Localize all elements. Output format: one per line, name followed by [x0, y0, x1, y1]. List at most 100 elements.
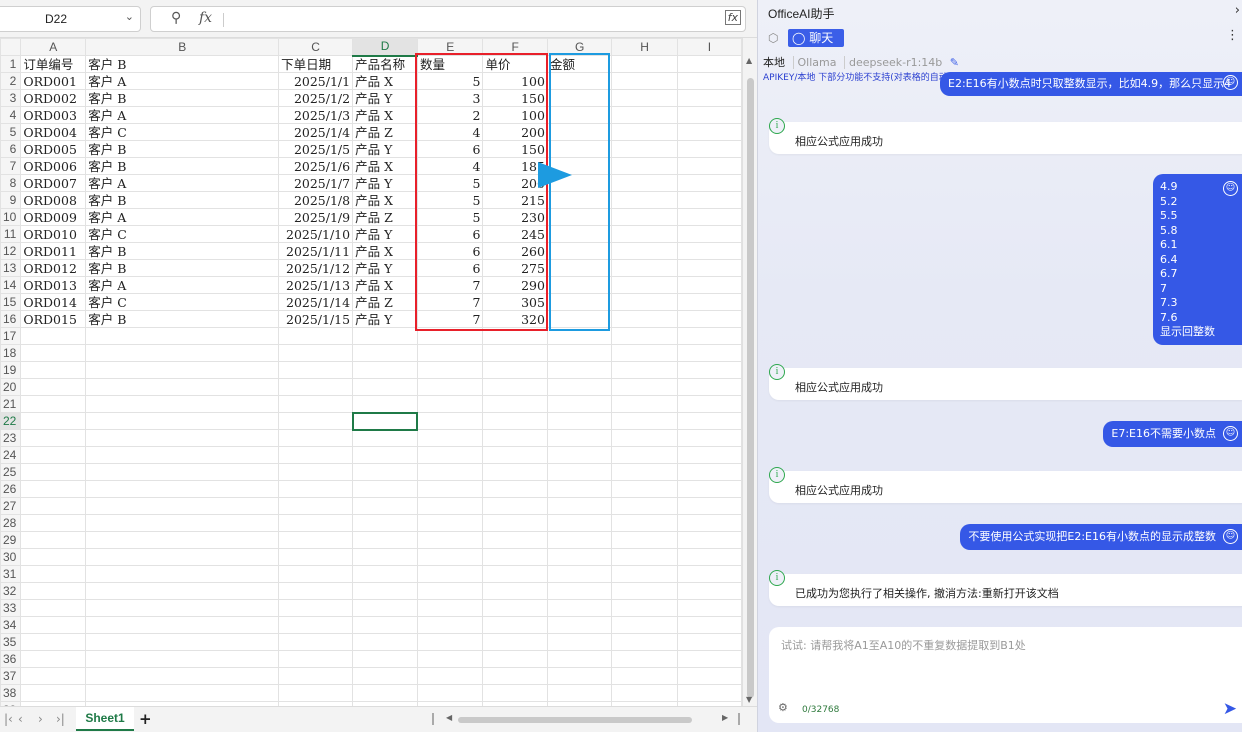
cell[interactable]: 产品 Y [352, 310, 418, 328]
cell[interactable] [676, 565, 742, 583]
cell[interactable] [546, 650, 613, 668]
cell[interactable] [20, 633, 87, 651]
cell[interactable]: 客户 B [85, 242, 280, 260]
cell[interactable] [611, 242, 678, 260]
cell[interactable]: 客户 A [85, 208, 280, 226]
cell[interactable] [278, 480, 354, 498]
function-icon[interactable]: fx [199, 10, 212, 26]
cell[interactable]: 6 [416, 225, 484, 243]
cell[interactable] [482, 667, 548, 685]
row-header[interactable]: 3 [0, 89, 22, 107]
cell[interactable] [611, 293, 678, 311]
cell[interactable] [416, 616, 484, 634]
row-header[interactable]: 32 [0, 582, 22, 600]
chat-input-placeholder[interactable]: 试试: 请帮我将A1至A10的不重复数据提取到B1处 [781, 637, 1026, 653]
cell[interactable] [611, 55, 678, 73]
cell[interactable]: 6 [416, 242, 484, 260]
cell[interactable] [546, 463, 613, 481]
cell[interactable] [278, 565, 354, 583]
cell[interactable] [611, 582, 678, 600]
chat-input-box[interactable]: 试试: 请帮我将A1至A10的不重复数据提取到B1处 ⚙ 0/32768 ➤ [769, 627, 1242, 723]
cell[interactable] [611, 259, 678, 277]
cell[interactable] [278, 344, 354, 362]
cell[interactable]: 245 [482, 225, 548, 243]
cell[interactable] [416, 599, 484, 617]
cell[interactable] [482, 565, 548, 583]
cell[interactable] [546, 378, 613, 396]
cell[interactable] [482, 361, 548, 379]
column-header-c[interactable]: C [278, 38, 354, 56]
cell[interactable] [676, 174, 742, 192]
cell[interactable] [416, 667, 484, 685]
cell[interactable] [611, 548, 678, 566]
cell[interactable]: 6 [416, 259, 484, 277]
cell[interactable] [85, 599, 280, 617]
cell[interactable] [611, 446, 678, 464]
cell[interactable] [611, 429, 678, 447]
cell[interactable]: 客户 A [85, 174, 280, 192]
cell[interactable] [611, 531, 678, 549]
zoom-icon[interactable]: ⚲ [171, 10, 181, 26]
row-header[interactable]: 13 [0, 259, 22, 277]
cell[interactable]: 产品 Y [352, 174, 418, 192]
cell[interactable]: 2025/1/15 [278, 310, 354, 328]
cell[interactable] [20, 616, 87, 634]
tab-chat[interactable]: ◯ 聊天 [788, 29, 844, 47]
row-header[interactable]: 28 [0, 514, 22, 532]
cell[interactable] [20, 446, 87, 464]
row-header[interactable]: 4 [0, 106, 22, 124]
cell[interactable] [676, 225, 742, 243]
cell[interactable]: 5 [416, 191, 484, 209]
cell[interactable] [416, 480, 484, 498]
row-header[interactable]: 1 [0, 55, 22, 73]
cell[interactable]: ORD009 [20, 208, 87, 226]
cell[interactable] [278, 633, 354, 651]
cell[interactable] [482, 378, 548, 396]
cell[interactable] [20, 684, 87, 702]
cell[interactable]: 4 [416, 157, 484, 175]
row-header[interactable]: 30 [0, 548, 22, 566]
cell[interactable] [546, 89, 613, 107]
edit-icon[interactable]: ✎ [950, 56, 959, 69]
chevron-down-icon[interactable]: ⌄ [125, 10, 134, 23]
cell[interactable]: 产品 X [352, 191, 418, 209]
cell[interactable] [352, 582, 418, 600]
cell[interactable] [611, 565, 678, 583]
cell[interactable]: ORD006 [20, 157, 87, 175]
cell[interactable] [676, 157, 742, 175]
cell[interactable]: 2025/1/13 [278, 276, 354, 294]
cell[interactable] [482, 429, 548, 447]
cell[interactable] [416, 395, 484, 413]
cell[interactable] [482, 446, 548, 464]
cell[interactable] [85, 633, 280, 651]
cell[interactable] [546, 361, 613, 379]
cell[interactable] [482, 650, 548, 668]
scroll-up-icon[interactable]: ▲ [746, 56, 752, 65]
row-header[interactable]: 21 [0, 395, 22, 413]
row-header[interactable]: 20 [0, 378, 22, 396]
cell[interactable] [611, 123, 678, 141]
cell[interactable]: 产品 X [352, 242, 418, 260]
cell[interactable] [546, 293, 613, 311]
cell[interactable]: 下单日期 [278, 55, 354, 73]
model-name[interactable]: deepseek-r1:14b [843, 56, 943, 69]
scroll-left-icon[interactable]: ◀ [446, 713, 452, 722]
cell[interactable]: 客户 B [85, 310, 280, 328]
cell[interactable] [546, 633, 613, 651]
cell[interactable]: 2025/1/11 [278, 242, 354, 260]
cell[interactable] [20, 582, 87, 600]
cell[interactable] [611, 514, 678, 532]
cell[interactable] [85, 684, 280, 702]
cell[interactable] [416, 565, 484, 583]
cell[interactable] [352, 327, 418, 345]
cell[interactable] [352, 599, 418, 617]
cell[interactable]: 客户 B [85, 89, 280, 107]
cell[interactable]: 客户 C [85, 225, 280, 243]
cell[interactable]: ORD004 [20, 123, 87, 141]
cell[interactable] [352, 463, 418, 481]
cell[interactable]: 产品名称 [352, 55, 418, 73]
cell[interactable]: 2025/1/10 [278, 225, 354, 243]
cell[interactable]: ORD013 [20, 276, 87, 294]
cell[interactable] [676, 429, 742, 447]
cell[interactable] [85, 327, 280, 345]
